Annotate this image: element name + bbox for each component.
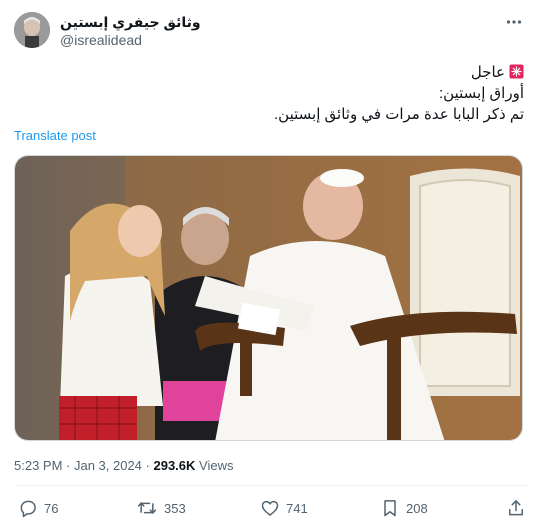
translate-post-link[interactable]: Translate post bbox=[14, 128, 96, 143]
author-display-name[interactable]: وثائق جيفري إبستين bbox=[60, 14, 201, 31]
tweet-line-2: أوراق إبستين: bbox=[439, 85, 524, 102]
like-count: 741 bbox=[286, 500, 308, 516]
rotating-light-icon bbox=[509, 64, 524, 79]
tweet-line-3: تم ذكر البابا عدة مرات في وثائق إبستين. bbox=[274, 106, 524, 123]
tweet-text: عاجل أوراق إبستين: تم ذكر البابا عدة مرا… bbox=[24, 62, 524, 125]
action-bar: 76 353 741 208 bbox=[14, 498, 528, 522]
more-options-button[interactable] bbox=[504, 12, 524, 32]
repost-count: 353 bbox=[164, 500, 186, 516]
repost-icon bbox=[137, 502, 157, 514]
reply-icon bbox=[20, 500, 36, 518]
heart-icon bbox=[261, 500, 279, 516]
reply-count: 76 bbox=[44, 500, 59, 516]
share-button[interactable] bbox=[506, 498, 526, 518]
divider bbox=[14, 485, 528, 486]
repost-button[interactable]: 353 bbox=[136, 498, 186, 518]
bookmark-count: 208 bbox=[406, 500, 428, 516]
avatar-photo-icon bbox=[14, 12, 50, 48]
avatar[interactable] bbox=[14, 12, 50, 48]
like-button[interactable]: 741 bbox=[260, 498, 308, 518]
tweet-line-1: عاجل bbox=[24, 62, 524, 83]
views-label: Views bbox=[195, 458, 234, 473]
share-icon bbox=[509, 500, 523, 516]
more-horizontal-icon bbox=[506, 20, 522, 24]
reply-button[interactable]: 76 bbox=[18, 498, 58, 518]
tweet-photo[interactable] bbox=[14, 155, 523, 441]
bookmark-button[interactable]: 208 bbox=[380, 498, 428, 518]
views-count: 293.6K bbox=[153, 458, 196, 473]
bookmark-icon bbox=[384, 500, 396, 517]
photo-illustration bbox=[15, 156, 522, 440]
timestamp[interactable]: 5:23 PM · Jan 3, 2024 bbox=[14, 458, 142, 473]
meta-separator: · bbox=[141, 458, 154, 473]
tweet-meta: 5:23 PM · Jan 3, 2024 · 293.6K Views bbox=[14, 458, 233, 473]
author-handle[interactable]: @isrealidead bbox=[60, 32, 142, 48]
